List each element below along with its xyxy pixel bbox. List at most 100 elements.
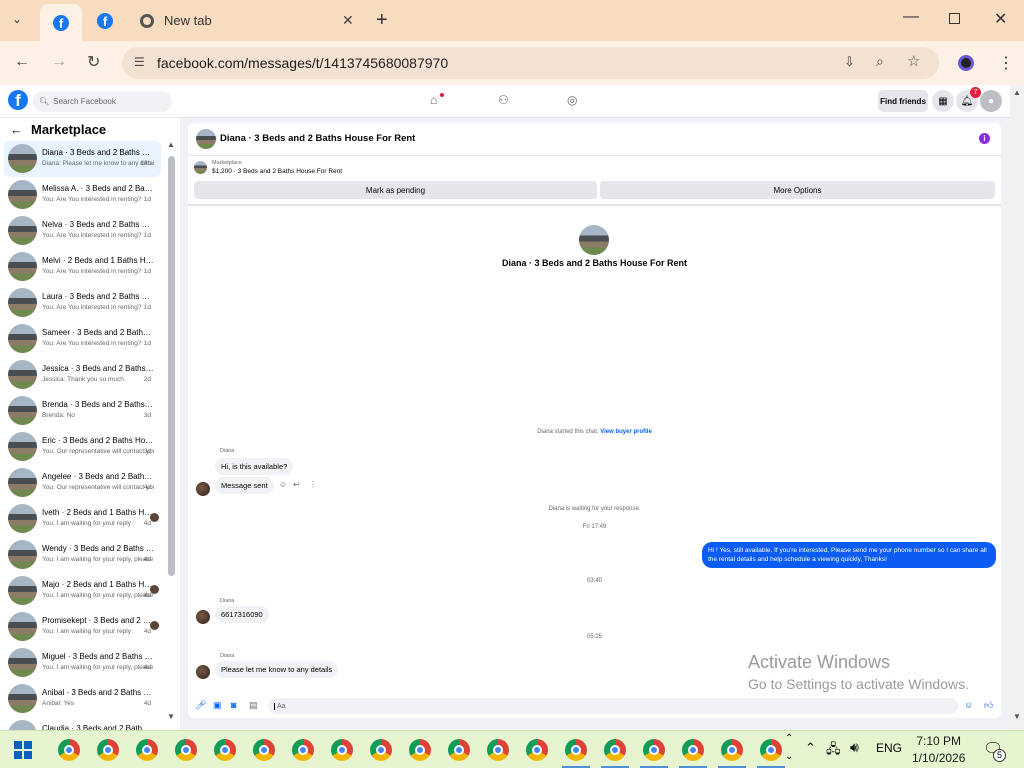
taskbar-scroll-down-icon[interactable]: ⌄ xyxy=(785,751,793,762)
menu-grid-button[interactable]: ▦ xyxy=(932,90,954,112)
conversation-item[interactable]: Melvi · 2 Beds and 1 Baths House For Ren… xyxy=(4,249,161,285)
emoji-icon[interactable]: ☺ xyxy=(964,700,973,710)
search-facebook-input[interactable]: 🔍︎ Search Facebook xyxy=(33,91,172,112)
chrome-taskbar-icon[interactable] xyxy=(370,739,392,761)
tab-new-tab[interactable]: New tab ✕ xyxy=(140,0,360,41)
back-arrow-icon[interactable]: ← xyxy=(10,122,23,137)
chrome-taskbar-icon[interactable] xyxy=(292,739,314,761)
reload-icon[interactable]: ↻ xyxy=(87,52,100,72)
groups-icon[interactable]: ◎ xyxy=(567,93,577,107)
message-bubble-incoming[interactable]: 6617316090 xyxy=(215,606,269,623)
home-icon[interactable]: ⌂ xyxy=(430,93,437,107)
site-info-icon[interactable]: ☰ xyxy=(134,55,145,69)
conversation-item[interactable]: Jessica · 3 Beds and 2 Baths House For R… xyxy=(4,357,161,393)
conversation-item[interactable]: Sameer · 3 Beds and 2 Baths House For Re… xyxy=(4,321,161,357)
info-icon[interactable]: i xyxy=(979,133,990,144)
friends-icon[interactable]: ⚇ xyxy=(498,93,509,107)
sender-avatar[interactable] xyxy=(196,665,210,679)
tab-search-icon[interactable]: ⌄ xyxy=(12,12,22,26)
message-bubble-incoming[interactable]: Message sent xyxy=(215,477,274,494)
new-tab-button[interactable]: + xyxy=(376,9,388,32)
tab-facebook-active[interactable]: f xyxy=(40,4,82,41)
network-icon[interactable]: 🖧︎ xyxy=(826,740,841,762)
address-bar[interactable]: ☰ facebook.com/messages/t/14137456800879… xyxy=(122,47,939,79)
chrome-taskbar-icon[interactable] xyxy=(97,739,119,761)
install-app-icon[interactable]: ⇩ xyxy=(844,54,855,70)
close-tab-icon[interactable]: ✕ xyxy=(342,12,354,29)
chrome-taskbar-icon[interactable] xyxy=(175,739,197,761)
scroll-up-arrow-icon[interactable]: ▲ xyxy=(167,140,175,149)
conversation-item[interactable]: Wendy · 3 Beds and 2 Baths House For Ren… xyxy=(4,537,161,573)
more-actions-icon[interactable]: ⋮ xyxy=(309,480,317,489)
more-options-button[interactable]: More Options xyxy=(600,181,995,199)
account-button[interactable]: ● xyxy=(980,90,1002,112)
conversation-item[interactable]: Melissa A. · 3 Beds and 2 Baths House Fo… xyxy=(4,177,161,213)
chrome-taskbar-icon[interactable] xyxy=(331,739,353,761)
close-window-button[interactable]: ✕ xyxy=(994,9,1007,29)
chrome-taskbar-icon[interactable] xyxy=(487,739,509,761)
show-hidden-icons-icon[interactable]: ⌃ xyxy=(805,740,816,756)
taskbar-scroll-up-icon[interactable]: ⌃ xyxy=(785,733,793,744)
conversation-item[interactable]: Nelva · 3 Beds and 2 Baths House For Ren… xyxy=(4,213,161,249)
sender-avatar[interactable] xyxy=(196,482,210,496)
zoom-icon[interactable]: ⌕ xyxy=(876,53,884,70)
conversation-item[interactable]: Eric · 3 Beds and 2 Baths House For Rent… xyxy=(4,429,161,465)
find-friends-button[interactable]: Find friends xyxy=(878,90,928,112)
facebook-logo-icon[interactable]: f xyxy=(8,90,28,110)
back-arrow-icon[interactable]: ← xyxy=(14,53,30,71)
chrome-taskbar-icon[interactable] xyxy=(721,739,743,761)
taskbar-clock[interactable]: 7:10 PM 1/10/2026 xyxy=(912,733,965,767)
thumbs-up-icon[interactable]: 👍︎ xyxy=(984,700,993,711)
forward-arrow-icon[interactable]: → xyxy=(51,53,67,71)
conversation-item[interactable]: Laura · 3 Beds and 2 Baths House For Ren… xyxy=(4,285,161,321)
chrome-taskbar-icon[interactable] xyxy=(253,739,275,761)
tab-facebook-2[interactable]: f xyxy=(97,0,127,41)
page-scrollbar[interactable]: ▲ ▼ xyxy=(1010,85,1024,730)
browser-menu-icon[interactable]: ⋮ xyxy=(998,53,1014,73)
scroll-down-arrow-icon[interactable]: ▼ xyxy=(1013,712,1021,721)
conversation-item[interactable]: Brenda · 3 Beds and 2 Baths House For Re… xyxy=(4,393,161,429)
chrome-taskbar-icon[interactable] xyxy=(526,739,548,761)
restore-window-button[interactable] xyxy=(949,13,960,24)
conversation-item[interactable]: Majo · 2 Beds and 1 Baths House For Rent… xyxy=(4,573,161,609)
listing-detail[interactable]: $1,200 · 3 Beds and 2 Baths House For Re… xyxy=(212,168,342,175)
chrome-taskbar-icon[interactable] xyxy=(409,739,431,761)
chrome-taskbar-icon[interactable] xyxy=(760,739,782,761)
bookmark-star-icon[interactable]: ☆ xyxy=(907,52,920,70)
mark-as-pending-button[interactable]: Mark as pending xyxy=(194,181,597,199)
scrollbar-thumb[interactable] xyxy=(168,156,175,576)
message-bubble-outgoing[interactable]: Hi ! Yes, still available. If you're int… xyxy=(702,542,996,568)
message-bubble-incoming[interactable]: Hi, is this available? xyxy=(215,458,294,475)
gif-icon[interactable]: ▤ xyxy=(249,700,258,711)
sender-avatar[interactable] xyxy=(196,610,210,624)
emoji-react-icon[interactable]: ☺ xyxy=(279,480,287,489)
volume-icon[interactable]: 🔊︎ xyxy=(850,739,859,756)
scroll-up-arrow-icon[interactable]: ▲ xyxy=(1013,88,1021,97)
chrome-taskbar-icon[interactable] xyxy=(604,739,626,761)
microphone-icon[interactable]: 🎤︎ xyxy=(195,700,206,711)
conversation-item[interactable]: Promisekept · 3 Beds and 2 Baths House F… xyxy=(4,609,161,645)
chrome-taskbar-icon[interactable] xyxy=(682,739,704,761)
photo-icon[interactable]: ▣ xyxy=(213,700,222,711)
chrome-taskbar-icon[interactable] xyxy=(565,739,587,761)
listing-thumbnail-small[interactable] xyxy=(194,161,207,174)
reply-icon[interactable]: ↩ xyxy=(293,480,300,489)
conversation-item[interactable]: Diana · 3 Beds and 2 Baths House For Ren… xyxy=(4,141,161,177)
conversation-item[interactable]: Angelee · 3 Beds and 2 Baths House For R… xyxy=(4,465,161,501)
conversation-item[interactable]: Miguel · 3 Beds and 2 Baths House For Re… xyxy=(4,645,161,681)
message-input[interactable]: Aa xyxy=(268,698,958,714)
conversation-item[interactable]: Anibal · 3 Beds and 2 Baths House For Re… xyxy=(4,681,161,717)
windows-start-icon[interactable] xyxy=(14,741,32,759)
sticker-icon[interactable]: ◙ xyxy=(231,700,236,710)
language-indicator[interactable]: ENG xyxy=(876,741,902,755)
chrome-taskbar-icon[interactable] xyxy=(58,739,80,761)
listing-thumbnail[interactable] xyxy=(196,129,216,149)
scroll-down-arrow-icon[interactable]: ▼ xyxy=(167,712,175,721)
view-buyer-profile-link[interactable]: View buyer profile xyxy=(600,429,652,435)
chrome-taskbar-icon[interactable] xyxy=(448,739,470,761)
sidebar-scrollbar[interactable]: ▲ ▼ xyxy=(167,140,176,726)
message-bubble-incoming[interactable]: Please let me know to any details xyxy=(215,661,339,678)
url-text[interactable]: facebook.com/messages/t/1413745680087970 xyxy=(157,55,448,71)
chrome-taskbar-icon[interactable] xyxy=(643,739,665,761)
chrome-taskbar-icon[interactable] xyxy=(214,739,236,761)
